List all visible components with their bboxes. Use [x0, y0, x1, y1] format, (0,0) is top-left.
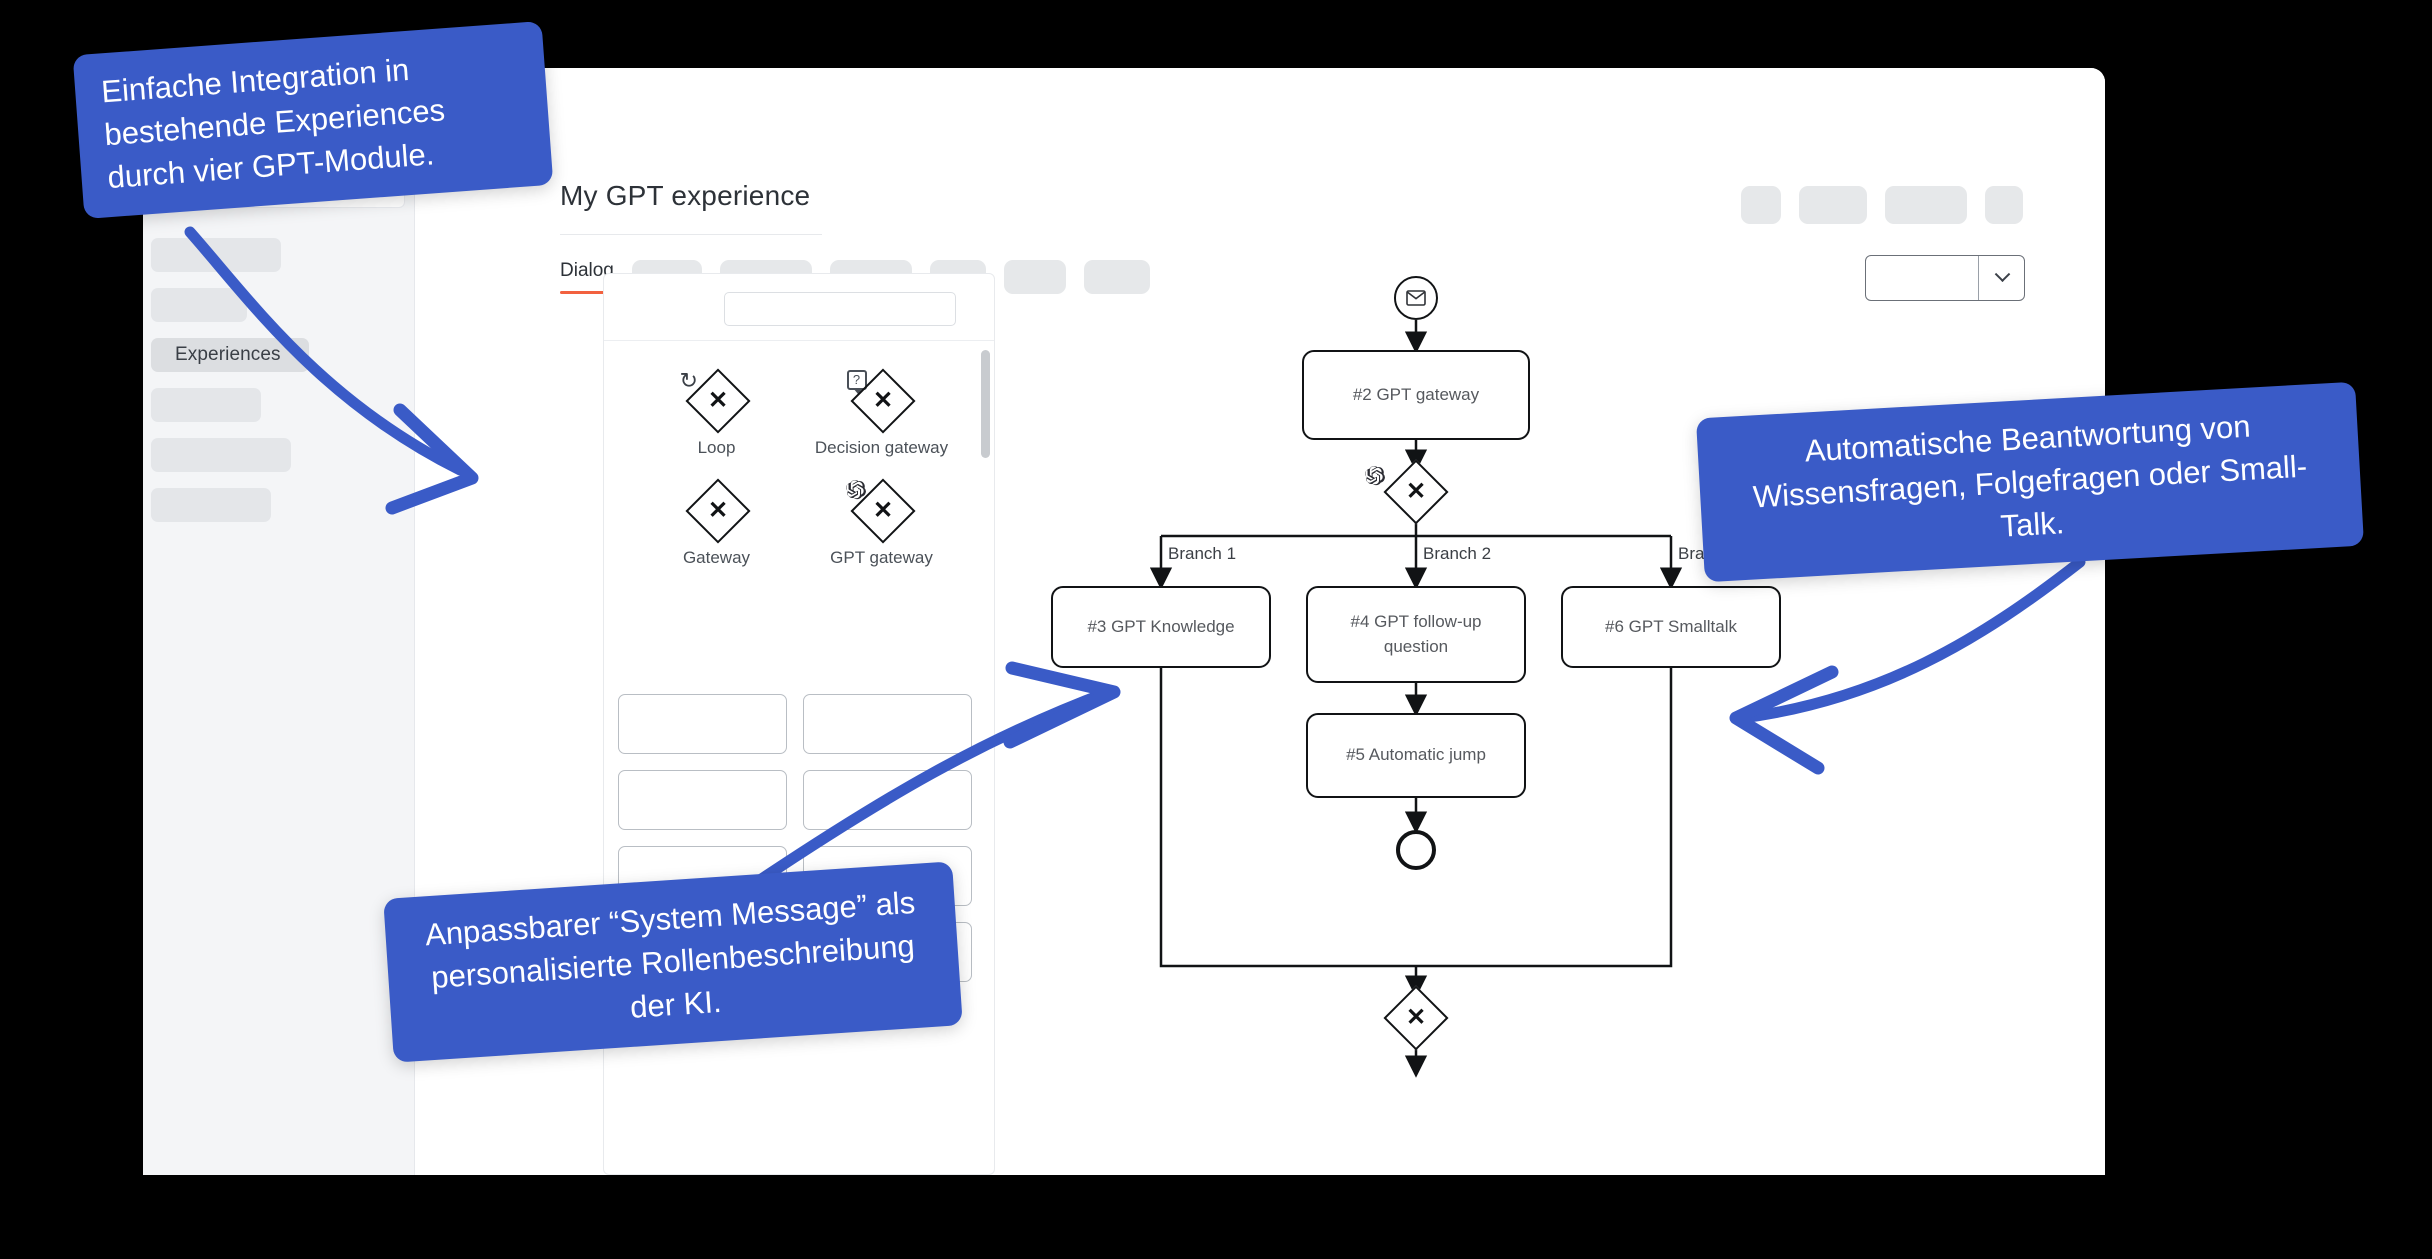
- cross-glyph: ✕: [1405, 1004, 1427, 1031]
- sidebar-nav-list: Experiences: [151, 238, 407, 538]
- bpmn-task-3[interactable]: #3 GPT Knowledge: [1051, 586, 1271, 668]
- bpmn-task-label: #4 GPT follow-up question: [1350, 611, 1482, 656]
- sidebar-item-5[interactable]: [151, 438, 291, 472]
- palette-card[interactable]: [618, 770, 787, 830]
- palette-item-gpt-gateway[interactable]: ✕ GPT gateway: [799, 478, 964, 568]
- loop-icon: ↻: [679, 368, 698, 393]
- bpmn-branch-label-1: Branch 1: [1168, 544, 1237, 563]
- bpmn-task-2[interactable]: #2 GPT gateway: [1302, 350, 1530, 440]
- palette-items-grid: ↻ ✕ Loop ? ✕ Decision gateway ✕ Gateway …: [604, 350, 994, 568]
- sidebar-item-4[interactable]: [151, 388, 261, 422]
- bpmn-end-event[interactable]: [1396, 830, 1436, 870]
- bpmn-branch-label-2: Branch 2: [1423, 544, 1492, 563]
- palette-item-label: GPT gateway: [830, 548, 933, 567]
- page-title: My GPT experience: [560, 180, 811, 211]
- sidebar-item-experiences[interactable]: Experiences: [151, 338, 309, 372]
- palette-card[interactable]: [803, 770, 972, 830]
- bpmn-start-event[interactable]: [1394, 276, 1438, 320]
- bpmn-task-label: #6 GPT Smalltalk: [1605, 616, 1737, 636]
- toolbar-chips: [1741, 186, 2023, 224]
- sidebar-item-label: Experiences: [175, 344, 281, 365]
- palette-item-decision-gateway[interactable]: ? ✕ Decision gateway: [799, 368, 964, 458]
- bpmn-canvas[interactable]: #2 GPT gateway ✕ Branch 1 Branch 2 Branc…: [1015, 268, 2105, 1168]
- cross-glyph: ✕: [872, 387, 893, 414]
- toolbar-chip-3[interactable]: [1885, 186, 1967, 224]
- sidebar-item-1[interactable]: [151, 238, 281, 272]
- toolbar-chip-4[interactable]: [1985, 186, 2023, 224]
- cross-glyph: ✕: [872, 497, 893, 524]
- palette-item-label: Gateway: [682, 548, 751, 567]
- bpmn-task-5[interactable]: #5 Automatic jump: [1306, 713, 1526, 798]
- palette-item-icon: ✕: [674, 478, 760, 546]
- palette-item-icon: ✕: [839, 478, 925, 546]
- callout-integration: Einfache Integration in bestehende Exper…: [72, 21, 554, 220]
- gateway-diamond-icon: ✕: [684, 478, 751, 544]
- palette-card[interactable]: [618, 694, 787, 754]
- toolbar-chip-2[interactable]: [1799, 186, 1867, 224]
- envelope-icon: [1406, 290, 1426, 306]
- palette-search-input[interactable]: [724, 292, 956, 326]
- palette-item-label: Decision gateway: [814, 438, 949, 457]
- bpmn-task-6[interactable]: #6 GPT Smalltalk: [1561, 586, 1781, 668]
- cross-glyph: ✕: [1405, 478, 1427, 505]
- cross-glyph: ✕: [707, 497, 728, 524]
- title-underline: [560, 234, 822, 235]
- palette-item-gateway[interactable]: ✕ Gateway: [634, 478, 799, 568]
- sidebar-item-6[interactable]: [151, 488, 271, 522]
- sidebar-item-2[interactable]: [151, 288, 247, 322]
- bpmn-task-label: #3 GPT Knowledge: [1087, 616, 1235, 636]
- openai-icon: [1364, 466, 1385, 486]
- toolbar-chip-1[interactable]: [1741, 186, 1781, 224]
- palette-divider: [604, 340, 994, 341]
- bpmn-task-4[interactable]: #4 GPT follow-up question: [1306, 586, 1526, 683]
- bpmn-connectors: [1149, 320, 1683, 1078]
- bpmn-task-label: #2 GPT gateway: [1352, 384, 1480, 404]
- palette-card[interactable]: [803, 694, 972, 754]
- palette-item-icon: ↻ ✕: [674, 368, 760, 436]
- bpmn-task-label: #5 Automatic jump: [1346, 745, 1486, 765]
- app-sidebar: Experiences: [143, 68, 415, 1175]
- screenshot-stage: Experiences My GPT experience Dialog ↻ ✕…: [0, 0, 2432, 1259]
- palette-item-label: Loop: [697, 438, 736, 457]
- cross-glyph: ✕: [707, 387, 728, 414]
- palette-item-icon: ? ✕: [839, 368, 925, 436]
- palette-item-loop[interactable]: ↻ ✕ Loop: [634, 368, 799, 458]
